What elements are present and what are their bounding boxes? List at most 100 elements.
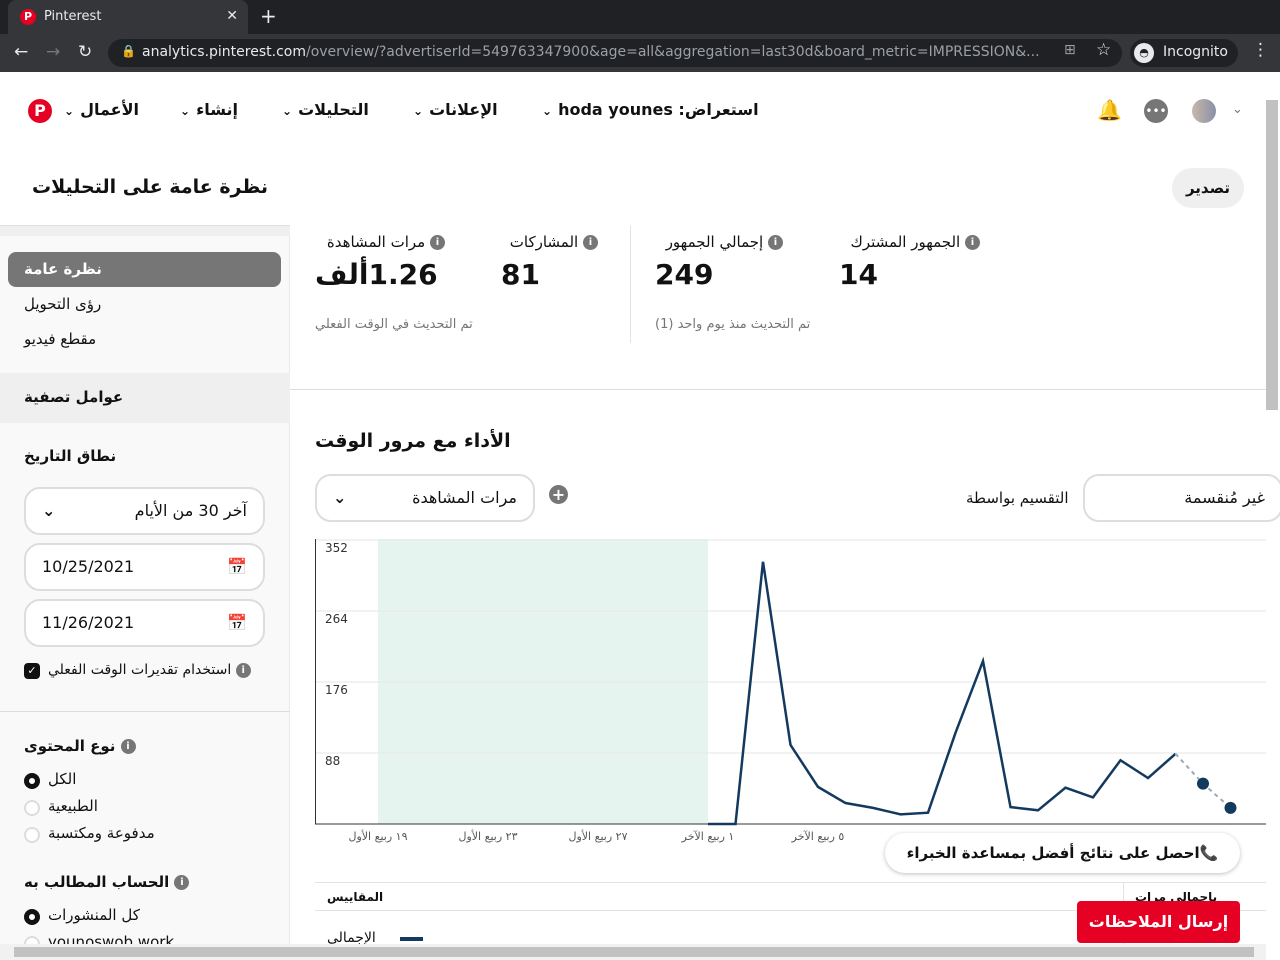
series-line-0 [708, 561, 1177, 826]
info-icon[interactable]: i [768, 235, 783, 250]
sidebar-item-overview[interactable]: نظرة عامة [8, 252, 281, 287]
audience-label: i إجمالي الجمهور [666, 233, 783, 251]
legend-total-label: الإجمالي [327, 930, 376, 944]
impressions-label-text: مرات المشاهدة [326, 233, 426, 251]
export-button[interactable]: تصدير [1172, 168, 1244, 208]
y-tick-label: 352 [325, 541, 348, 555]
engaged-label: i الجمهور المشترك [850, 233, 980, 251]
split-label: التقسيم بواسطة [966, 489, 1069, 507]
impressions-label: i مرات المشاهدة [327, 233, 445, 251]
estimate-point [1197, 777, 1209, 790]
sidebar-item-label: رؤى التحويل [24, 295, 102, 313]
pinterest-logo[interactable]: P [28, 99, 52, 123]
nav-create[interactable]: إنشاء ⌄ [174, 100, 238, 119]
chevron-down-icon: ⌄ [333, 488, 347, 507]
split-value: غير مُنقسمة [1184, 488, 1265, 507]
expert-help-label: احصل على نتائج أفضل بمساعدة الخبراء [906, 844, 1200, 862]
sidebar-item-label: نظرة عامة [24, 260, 102, 278]
info-icon[interactable]: i [235, 662, 251, 678]
browser-menu-icon[interactable]: ⋮ [1252, 40, 1269, 60]
nav-account[interactable]: استعراض: hoda younes ⌄ [536, 100, 759, 119]
info-icon[interactable]: i [583, 235, 598, 250]
new-tab-button[interactable]: + [260, 4, 277, 28]
send-feedback-button[interactable]: إرسال الملاحظات [1077, 901, 1240, 943]
back-icon[interactable]: ← [14, 42, 28, 62]
incognito-badge[interactable]: ◓ Incognito [1130, 39, 1238, 67]
realtime-checkbox[interactable]: ✓ [24, 663, 40, 679]
browser-tab[interactable]: P Pinterest ✕ [8, 0, 248, 34]
calendar-icon[interactable]: 📅 [227, 545, 247, 589]
estimate-point [1224, 801, 1237, 814]
chevron-down-icon: ⌄ [413, 104, 424, 118]
url-input[interactable]: 🔒 analytics.pinterest.com/overview/?adver… [108, 39, 1122, 67]
chevron-down-icon: ⌄ [42, 501, 56, 520]
incognito-icon: ◓ [1134, 43, 1154, 63]
info-icon[interactable]: i [430, 235, 445, 250]
bookmark-star-icon[interactable]: ☆ [1096, 40, 1111, 60]
reload-icon[interactable]: ↻ [78, 42, 92, 62]
date-preset-select[interactable]: آخر 30 من الأيام ⌄ [24, 487, 265, 535]
metric-select[interactable]: مرات المشاهدة ⌄ [315, 474, 535, 522]
nav-analytics-label: التحليلات [298, 100, 369, 119]
audience-label-text: إجمالي الجمهور [665, 233, 764, 251]
impressions-value: 1.26ألف [315, 258, 438, 291]
nav-create-label: إنشاء [196, 100, 239, 119]
realtime-note: تم التحديث في الوقت الفعلي [315, 317, 473, 332]
chevron-down-icon: ⌄ [282, 104, 293, 118]
radio-all-label: الكل [48, 770, 77, 788]
claimed-heading: i الحساب المطالب به [24, 872, 190, 891]
end-date-input[interactable]: 11/26/2021 📅 [24, 599, 265, 647]
radio-all-pins-label: كل المنشورات [48, 906, 140, 924]
notifications-bell-icon[interactable]: 🔔 [1097, 98, 1122, 122]
forward-icon[interactable]: → [46, 42, 60, 62]
expert-help-button[interactable]: 📞احصل على نتائج أفضل بمساعدة الخبراء [885, 833, 1240, 873]
radio-organic[interactable] [24, 800, 40, 816]
avatar[interactable] [1192, 99, 1216, 123]
radio-paid[interactable] [24, 827, 40, 843]
claimed-title: الحساب المطالب به [24, 873, 170, 891]
close-tab-icon[interactable]: ✕ [226, 8, 238, 24]
info-icon[interactable]: i [120, 739, 136, 754]
calendar-icon[interactable]: 📅 [227, 601, 247, 645]
info-icon[interactable]: i [965, 235, 980, 250]
filters-title: عوامل تصفية [24, 388, 124, 406]
translate-icon[interactable]: ⊞ [1064, 42, 1076, 58]
nav-ads[interactable]: الإعلانات ⌄ [407, 100, 498, 119]
sidebar-item-label: مقطع فيديو [24, 330, 97, 348]
tab-title: Pinterest [44, 9, 102, 24]
page-scrollbar[interactable] [1266, 100, 1278, 410]
page-title: نظرة عامة على التحليلات [31, 176, 268, 198]
nav-business[interactable]: الأعمال ⌄ [58, 100, 139, 119]
x-tick-label: ٢٧ ربيع الأول [568, 830, 628, 843]
radio-organic-label: الطبيعية [48, 797, 98, 815]
horizontal-scrollbar[interactable] [0, 944, 1266, 960]
sidebar-item-conversion[interactable]: رؤى التحويل [8, 287, 281, 322]
start-date-input[interactable]: 10/25/2021 📅 [24, 543, 265, 591]
chevron-down-icon: ⌄ [542, 104, 553, 118]
add-metric-icon[interactable]: + [549, 485, 568, 504]
split-select[interactable]: غير مُنقسمة [1083, 474, 1280, 522]
nav-account-label: استعراض: hoda younes [558, 100, 759, 119]
info-icon[interactable]: i [174, 875, 190, 890]
sidebar-item-video[interactable]: مقطع فيديو [8, 322, 281, 357]
account-chevron-icon[interactable]: ⌄ [1232, 102, 1243, 117]
legend-swatch [400, 937, 423, 941]
chevron-down-icon: ⌄ [180, 104, 191, 118]
nav-analytics[interactable]: التحليلات ⌄ [276, 100, 369, 119]
content-type-heading: i نوع المحتوى [24, 736, 136, 755]
date-preset-value: آخر 30 من الأيام [134, 501, 247, 520]
radio-all[interactable] [24, 773, 40, 789]
performance-title: الأداء مع مرور الوقت [315, 430, 511, 452]
radio-all-pins[interactable] [24, 909, 40, 925]
x-tick-label: ٢٣ ربيع الأول [458, 830, 518, 843]
url-host: analytics.pinterest.com [142, 44, 306, 60]
radio-paid-label: مدفوعة ومكتسبة [48, 824, 155, 842]
radio-account-label: younoswob work [48, 933, 175, 944]
profile-label: Incognito [1163, 44, 1228, 60]
x-tick-label: ٥ ربيع الآخر [791, 830, 845, 843]
messages-icon[interactable]: ••• [1144, 99, 1168, 123]
y-tick-label: 176 [325, 683, 348, 697]
nav-business-label: الأعمال [80, 100, 140, 119]
url-path: /overview/?advertiserId=549763347900&age… [305, 44, 1040, 60]
pinterest-favicon-icon: P [20, 9, 36, 25]
